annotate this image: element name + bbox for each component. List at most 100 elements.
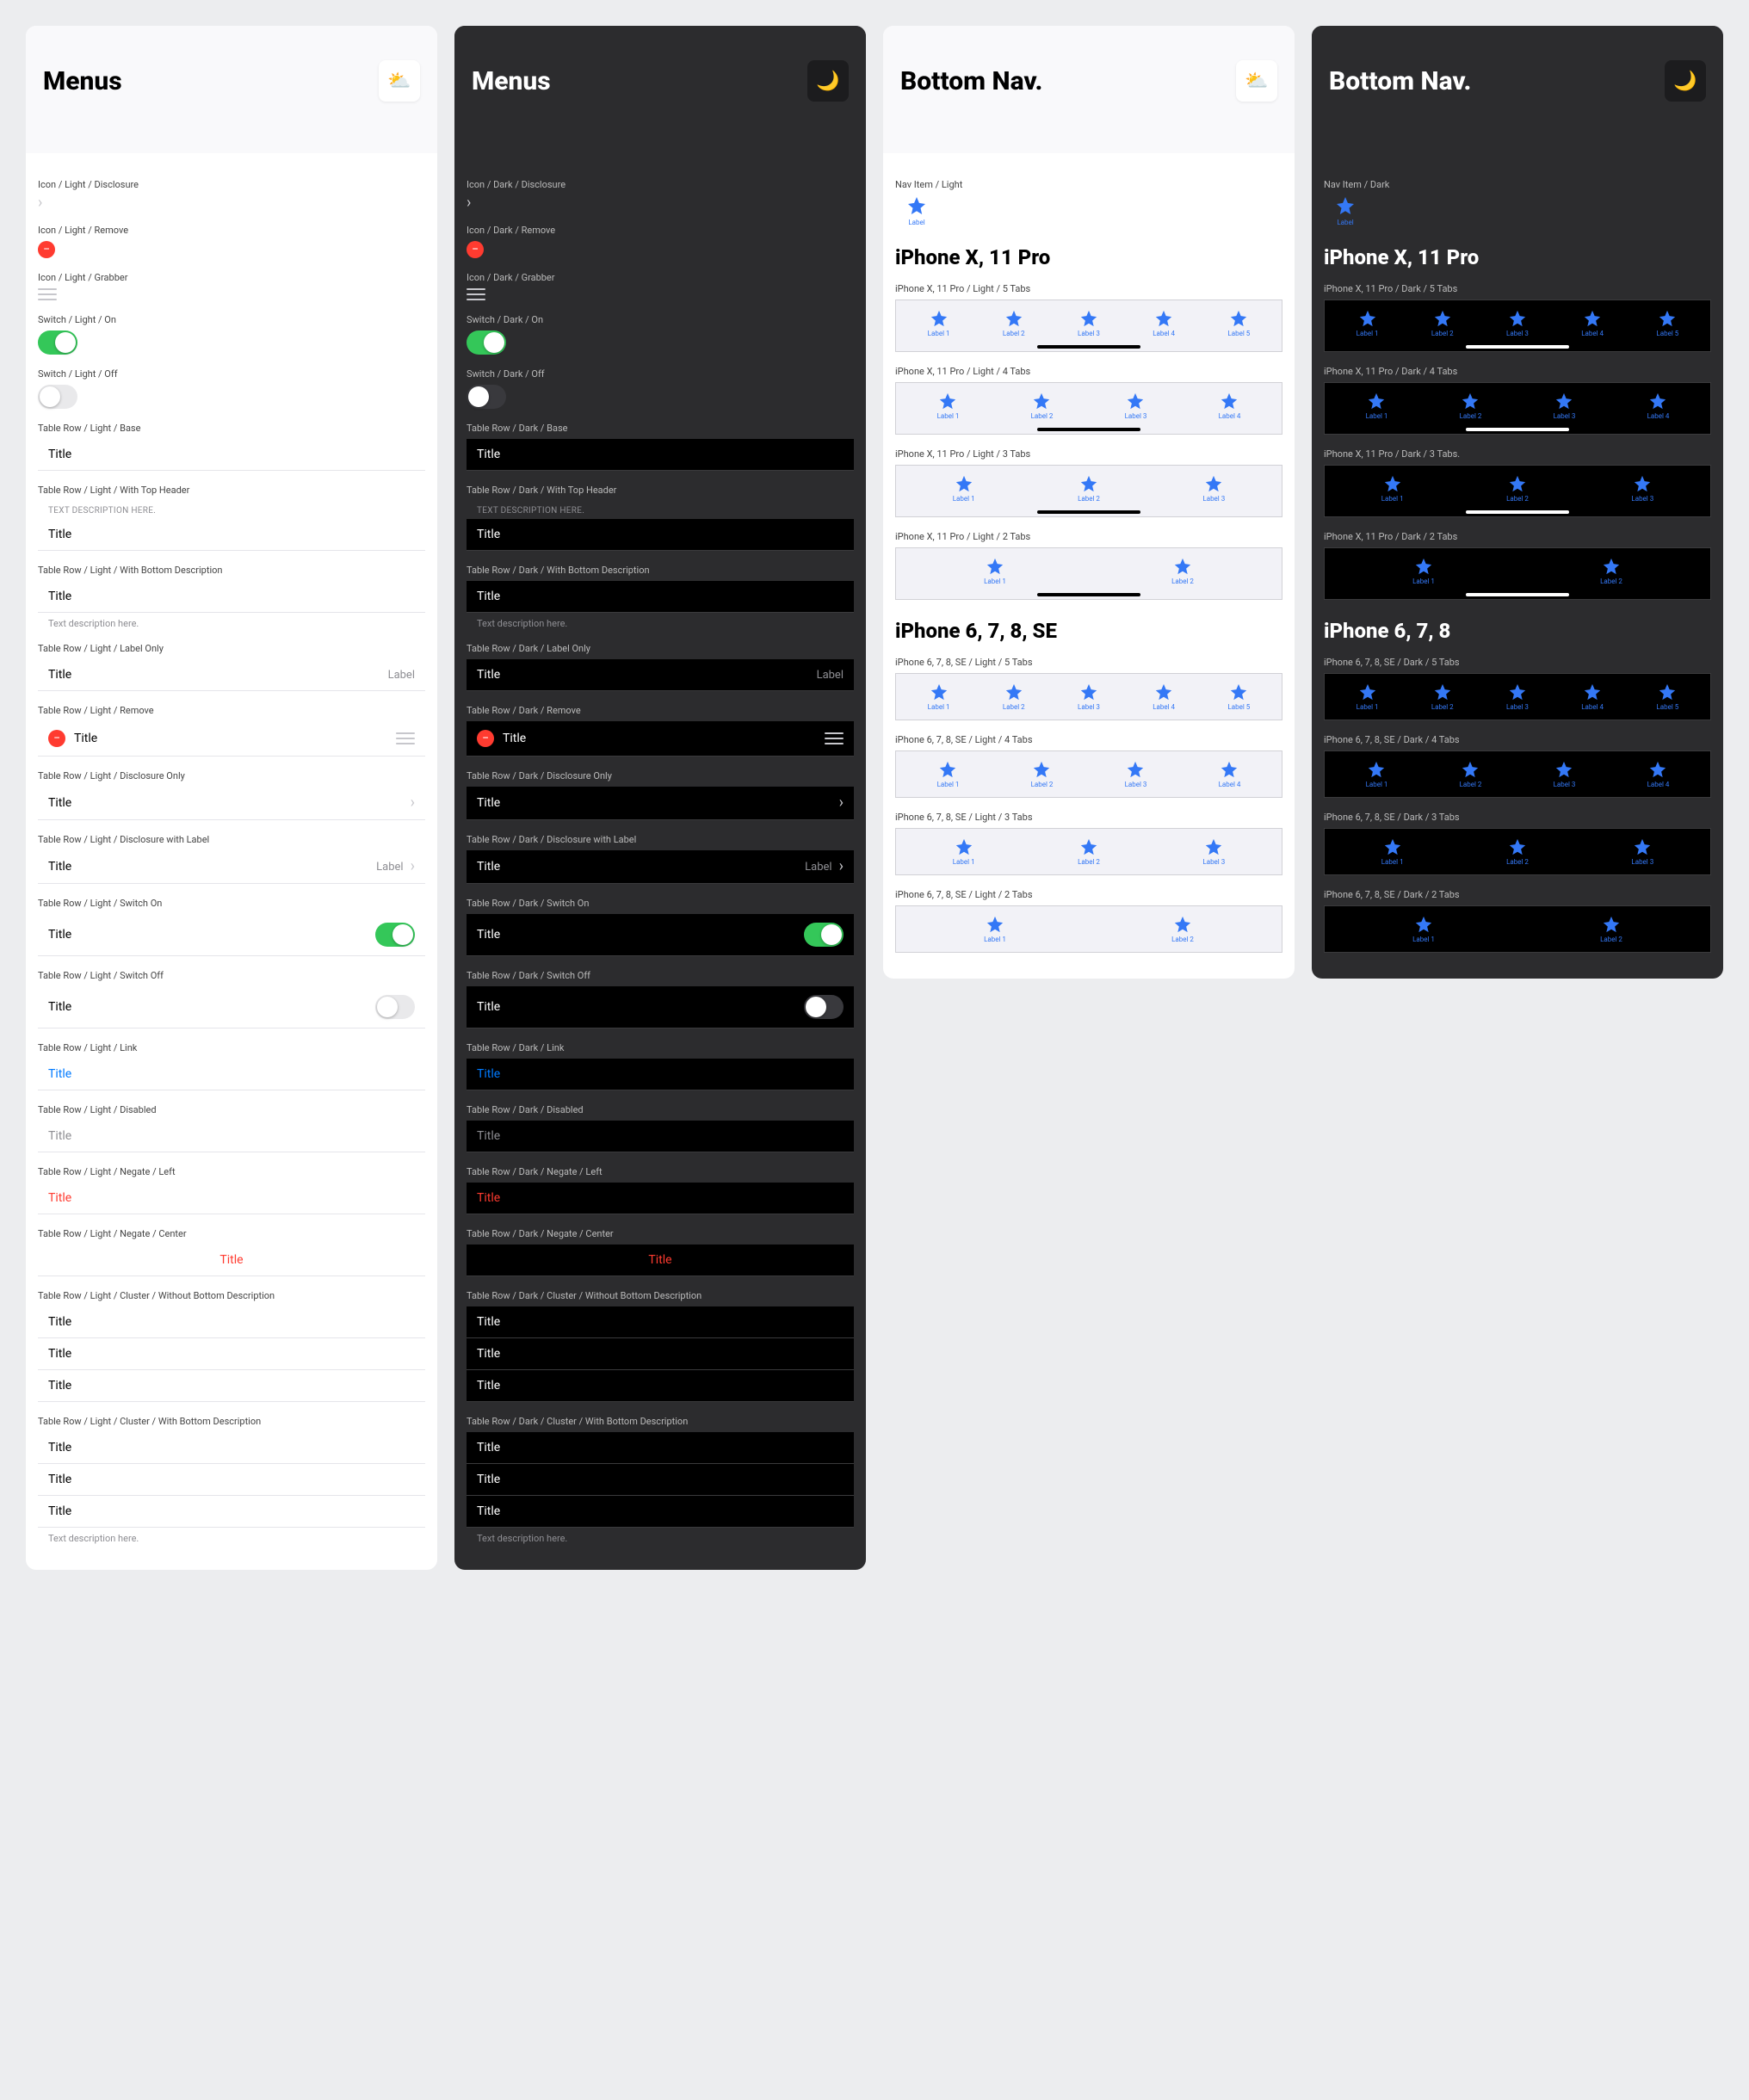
nav-tab[interactable]: Label 1 — [1357, 682, 1379, 711]
nav-item[interactable]: Label — [895, 195, 938, 226]
nav-tab[interactable]: Label 2 — [1171, 557, 1194, 585]
nav-tab[interactable]: Label 2 — [1460, 760, 1482, 788]
nav-tab[interactable]: Label 4 — [1219, 760, 1241, 788]
nav-tab[interactable]: Label 1 — [953, 474, 975, 503]
nav-tab[interactable]: Label 2 — [1003, 309, 1025, 337]
nav-tab[interactable]: Label 4 — [1581, 682, 1604, 711]
nav-tab[interactable]: Label 2 — [1506, 837, 1529, 866]
table-row-link[interactable]: Title — [467, 1059, 854, 1090]
switch-off[interactable] — [804, 995, 844, 1019]
table-row[interactable]: Title — [38, 1370, 425, 1402]
nav-tab[interactable]: Label 2 — [1431, 682, 1454, 711]
table-row-base[interactable]: Title — [467, 439, 854, 471]
nav-tab[interactable]: Label 4 — [1153, 682, 1175, 711]
table-row-switch-off[interactable]: Title — [467, 986, 854, 1028]
nav-tab[interactable]: Label 1 — [984, 915, 1006, 943]
grabber-icon[interactable] — [38, 288, 57, 300]
remove-icon[interactable] — [38, 241, 55, 258]
table-row-switch-on[interactable]: Title — [467, 914, 854, 956]
nav-tab[interactable]: Label 5 — [1656, 309, 1678, 337]
table-row-label[interactable]: TitleLabel — [467, 659, 854, 691]
nav-tab[interactable]: Label 2 — [1171, 915, 1194, 943]
table-row-switch-on[interactable]: Title — [38, 914, 425, 956]
table-row[interactable]: Title — [467, 581, 854, 613]
table-row-disclosure-label[interactable]: TitleLabel — [467, 850, 854, 884]
table-row[interactable]: Title — [38, 581, 425, 613]
nav-tab[interactable]: Label 2 — [1600, 557, 1622, 585]
remove-icon[interactable] — [467, 241, 484, 258]
nav-tab[interactable]: Label 3 — [1202, 837, 1225, 866]
nav-tab[interactable]: Label 3 — [1202, 474, 1225, 503]
nav-tab[interactable]: Label 1 — [1366, 392, 1388, 420]
nav-tab[interactable]: Label 3 — [1125, 392, 1147, 420]
nav-tab[interactable]: Label 2 — [1078, 474, 1100, 503]
grabber-icon[interactable] — [825, 732, 844, 744]
table-row[interactable]: Title — [38, 1432, 425, 1464]
nav-tab[interactable]: Label 3 — [1506, 682, 1529, 711]
nav-tab[interactable]: Label 3 — [1631, 837, 1653, 866]
nav-tab[interactable]: Label 1 — [1366, 760, 1388, 788]
switch-off[interactable] — [467, 385, 506, 409]
nav-tab[interactable]: Label 1 — [1381, 474, 1404, 503]
nav-tab[interactable]: Label 2 — [1003, 682, 1025, 711]
nav-tab[interactable]: Label 4 — [1647, 392, 1670, 420]
nav-tab[interactable]: Label 5 — [1656, 682, 1678, 711]
table-row[interactable]: Title — [467, 1370, 854, 1402]
nav-tab[interactable]: Label 1 — [984, 557, 1006, 585]
nav-tab[interactable]: Label 1 — [928, 682, 950, 711]
nav-tab[interactable]: Label 4 — [1219, 392, 1241, 420]
table-row[interactable]: Title — [467, 1432, 854, 1464]
nav-item[interactable]: Label — [1324, 195, 1367, 226]
table-row-disclosure[interactable]: Title — [38, 787, 425, 820]
nav-tab[interactable]: Label 1 — [928, 309, 950, 337]
nav-tab[interactable]: Label 4 — [1153, 309, 1175, 337]
switch-on[interactable] — [38, 330, 77, 355]
table-row-remove[interactable]: Title — [467, 721, 854, 757]
table-row[interactable]: Title — [467, 519, 854, 551]
nav-tab[interactable]: Label 3 — [1506, 309, 1529, 337]
nav-tab[interactable]: Label 3 — [1631, 474, 1653, 503]
nav-tab[interactable]: Label 3 — [1078, 682, 1100, 711]
nav-tab[interactable]: Label 3 — [1554, 392, 1576, 420]
switch-on[interactable] — [375, 923, 415, 947]
table-row-negate-center[interactable]: Title — [467, 1245, 854, 1276]
switch-off[interactable] — [375, 995, 415, 1019]
nav-tab[interactable]: Label 3 — [1078, 309, 1100, 337]
nav-tab[interactable]: Label 1 — [1357, 309, 1379, 337]
nav-tab[interactable]: Label 1 — [937, 760, 960, 788]
table-row-negate-left[interactable]: Title — [467, 1183, 854, 1214]
nav-tab[interactable]: Label 3 — [1125, 760, 1147, 788]
table-row-link[interactable]: Title — [38, 1059, 425, 1090]
table-row-switch-off[interactable]: Title — [38, 986, 425, 1028]
table-row-disclosure-label[interactable]: TitleLabel — [38, 850, 425, 884]
switch-off[interactable] — [38, 385, 77, 409]
table-row-base[interactable]: Title — [38, 439, 425, 471]
nav-tab[interactable]: Label 1 — [1381, 837, 1404, 866]
nav-tab[interactable]: Label 4 — [1647, 760, 1670, 788]
nav-tab[interactable]: Label 4 — [1581, 309, 1604, 337]
remove-icon[interactable] — [477, 730, 494, 747]
nav-tab[interactable]: Label 1 — [953, 837, 975, 866]
table-row-disclosure[interactable]: Title — [467, 787, 854, 820]
switch-on[interactable] — [804, 923, 844, 947]
table-row[interactable]: Title — [38, 1464, 425, 1496]
nav-tab[interactable]: Label 2 — [1031, 760, 1054, 788]
nav-tab[interactable]: Label 2 — [1031, 392, 1054, 420]
nav-tab[interactable]: Label 2 — [1506, 474, 1529, 503]
table-row[interactable]: Title — [467, 1496, 854, 1528]
table-row-negate-center[interactable]: Title — [38, 1245, 425, 1276]
nav-tab[interactable]: Label 2 — [1431, 309, 1454, 337]
table-row[interactable]: Title — [38, 1338, 425, 1370]
table-row[interactable]: Title — [38, 1306, 425, 1338]
grabber-icon[interactable] — [396, 732, 415, 744]
nav-tab[interactable]: Label 1 — [937, 392, 960, 420]
nav-tab[interactable]: Label 3 — [1554, 760, 1576, 788]
table-row[interactable]: Title — [467, 1464, 854, 1496]
nav-tab[interactable]: Label 5 — [1227, 309, 1250, 337]
table-row[interactable]: Title — [38, 1496, 425, 1528]
table-row[interactable]: Title — [467, 1306, 854, 1338]
table-row[interactable]: Title — [38, 519, 425, 551]
nav-tab[interactable]: Label 1 — [1412, 557, 1435, 585]
nav-tab[interactable]: Label 2 — [1460, 392, 1482, 420]
switch-on[interactable] — [467, 330, 506, 355]
